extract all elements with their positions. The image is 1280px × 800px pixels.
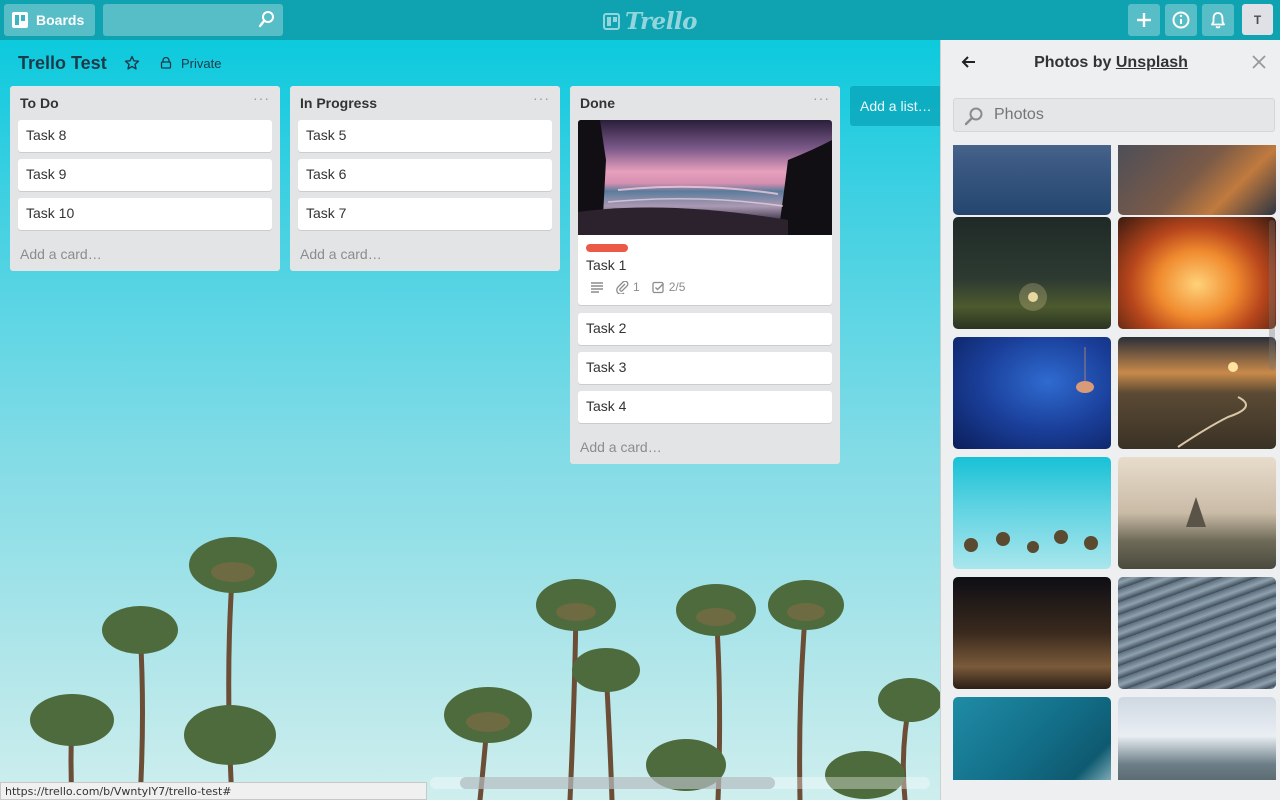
card[interactable]: Task 6 [298, 159, 552, 191]
checklist-count: 2/5 [668, 280, 686, 294]
trello-logo-icon [603, 13, 620, 30]
notifications-button[interactable] [1202, 4, 1234, 36]
list-menu-button[interactable]: ··· [813, 90, 830, 106]
top-bar: Boards Trello T [0, 0, 1280, 40]
photo-thumbnail[interactable] [953, 337, 1111, 449]
paperclip-icon [616, 280, 629, 294]
card-with-cover[interactable]: Task 1 1 2/5 [578, 120, 832, 305]
description-icon [591, 282, 603, 293]
card-title: Task 1 [586, 257, 627, 273]
back-arrow-icon[interactable] [961, 54, 977, 70]
photo-grid [953, 145, 1278, 780]
boards-label: Boards [36, 12, 85, 28]
boards-icon [12, 12, 28, 28]
lock-icon [160, 57, 172, 69]
photo-thumbnail[interactable] [1118, 577, 1276, 689]
attachments-count: 1 [633, 280, 640, 294]
card[interactable]: Task 10 [18, 198, 272, 230]
info-button[interactable] [1165, 4, 1197, 36]
panel-title: Photos by Unsplash [941, 54, 1280, 72]
add-list-button[interactable]: Add a list… [850, 86, 945, 126]
search-input[interactable] [103, 4, 283, 36]
photo-thumbnail[interactable] [953, 457, 1111, 569]
card[interactable]: Task 7 [298, 198, 552, 230]
photo-thumbnail[interactable] [1118, 145, 1276, 215]
status-url: https://trello.com/b/VwntyIY7/trello-tes… [0, 782, 427, 800]
card[interactable]: Task 5 [298, 120, 552, 152]
list-menu-button[interactable]: ··· [253, 90, 270, 106]
photo-thumbnail[interactable] [953, 577, 1111, 689]
photos-search-input[interactable] [953, 98, 1275, 132]
close-icon[interactable] [1252, 55, 1266, 69]
search-icon[interactable] [258, 10, 276, 28]
beach-sunset-image [578, 120, 832, 235]
winding-road-image [1177, 362, 1247, 448]
photo-thumbnail[interactable] [1118, 217, 1276, 329]
photo-thumbnail[interactable] [1118, 457, 1276, 569]
trello-logo[interactable]: Trello [603, 8, 698, 35]
info-icon [1172, 11, 1190, 29]
add-card-button[interactable]: Add a card… [20, 246, 102, 262]
jellyfish-image [1076, 347, 1094, 393]
list-in-progress: In Progress ··· Task 5 Task 6 Task 7 Add… [290, 86, 560, 271]
bell-icon [1211, 12, 1225, 29]
create-button[interactable] [1128, 4, 1160, 36]
checklist-badge: 2/5 [652, 280, 686, 294]
panel-scrollbar[interactable] [1269, 220, 1275, 370]
plus-icon [1137, 13, 1151, 27]
list-to-do: To Do ··· Task 8 Task 9 Task 10 Add a ca… [10, 86, 280, 271]
boards-button[interactable]: Boards [4, 4, 95, 36]
logo-text: Trello [625, 8, 698, 35]
add-card-button[interactable]: Add a card… [300, 246, 382, 262]
privacy-toggle[interactable]: Private [181, 56, 221, 71]
search-icon [964, 107, 983, 126]
palm-trees-background [30, 537, 940, 800]
unsplash-link[interactable]: Unsplash [1116, 54, 1188, 71]
list-title[interactable]: Done [580, 95, 615, 111]
photo-thumbnail[interactable] [1118, 337, 1276, 449]
board-title[interactable]: Trello Test [18, 53, 107, 74]
list-done: Done ··· Task 1 1 2/5 Task 2 Task 3 Task… [570, 86, 840, 464]
photo-thumbnail[interactable] [953, 697, 1111, 780]
card[interactable]: Task 4 [578, 391, 832, 423]
card[interactable]: Task 9 [18, 159, 272, 191]
palm-trees-image [964, 530, 1098, 553]
photos-panel: Photos by Unsplash [940, 40, 1280, 800]
photo-thumbnail[interactable] [953, 217, 1111, 329]
card-badges: 1 2/5 [590, 280, 685, 294]
card[interactable]: Task 3 [578, 352, 832, 384]
photo-thumbnail[interactable] [1118, 697, 1276, 780]
avatar[interactable]: T [1242, 4, 1273, 35]
horizontal-scrollbar-thumb[interactable] [460, 777, 775, 789]
card-label-red [586, 244, 628, 252]
attachments-badge: 1 [616, 280, 640, 294]
photo-thumbnail[interactable] [953, 145, 1111, 215]
temples-image [1186, 497, 1206, 527]
card[interactable]: Task 2 [578, 313, 832, 345]
card-cover-image [578, 120, 832, 235]
star-icon[interactable] [124, 55, 140, 71]
card[interactable]: Task 8 [18, 120, 272, 152]
list-title[interactable]: To Do [20, 95, 59, 111]
panel-title-prefix: Photos by [1034, 54, 1116, 71]
checklist-icon [652, 281, 664, 293]
list-title[interactable]: In Progress [300, 95, 377, 111]
night-field-image [1019, 283, 1047, 311]
add-card-button[interactable]: Add a card… [580, 439, 662, 455]
list-menu-button[interactable]: ··· [533, 90, 550, 106]
